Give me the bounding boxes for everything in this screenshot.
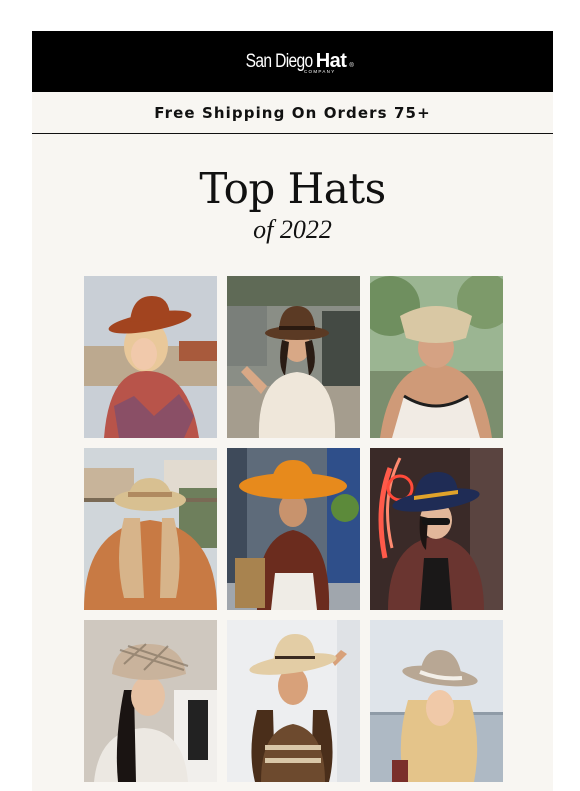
hero-title: Top Hats	[199, 164, 386, 213]
rust-wide-brim-hat-photo	[84, 276, 217, 438]
email-container: San Diego Hat ® COMPANY Free Shipping On…	[32, 31, 553, 791]
brand-reg-mark: ®	[349, 63, 354, 69]
product-photo-5[interactable]	[227, 448, 360, 610]
product-photo-4[interactable]	[84, 448, 217, 610]
product-grid	[84, 276, 503, 782]
product-photo-6[interactable]	[370, 448, 503, 610]
product-photo-3[interactable]	[370, 276, 503, 438]
hero-subtitle: of 2022	[253, 215, 332, 244]
product-photo-2[interactable]	[227, 276, 360, 438]
taupe-boater-photo	[370, 620, 503, 782]
brown-fedora-photo	[227, 276, 360, 438]
straw-cowboy-hat-photo	[227, 620, 360, 782]
navy-fedora-photo	[370, 448, 503, 610]
plaid-bucket-hat-photo	[84, 620, 217, 782]
brand-name: San Diego	[245, 51, 314, 72]
product-photo-9[interactable]	[370, 620, 503, 782]
straw-boater-photo	[84, 448, 217, 610]
promo-banner[interactable]: Free Shipping On Orders 75+	[32, 92, 553, 134]
straw-visor-photo	[370, 276, 503, 438]
brand-company: COMPANY	[304, 69, 336, 74]
orange-sun-hat-photo	[227, 448, 360, 610]
product-photo-8[interactable]	[227, 620, 360, 782]
product-photo-7[interactable]	[84, 620, 217, 782]
header-bar: San Diego Hat ® COMPANY	[32, 31, 553, 92]
product-photo-1[interactable]	[84, 276, 217, 438]
